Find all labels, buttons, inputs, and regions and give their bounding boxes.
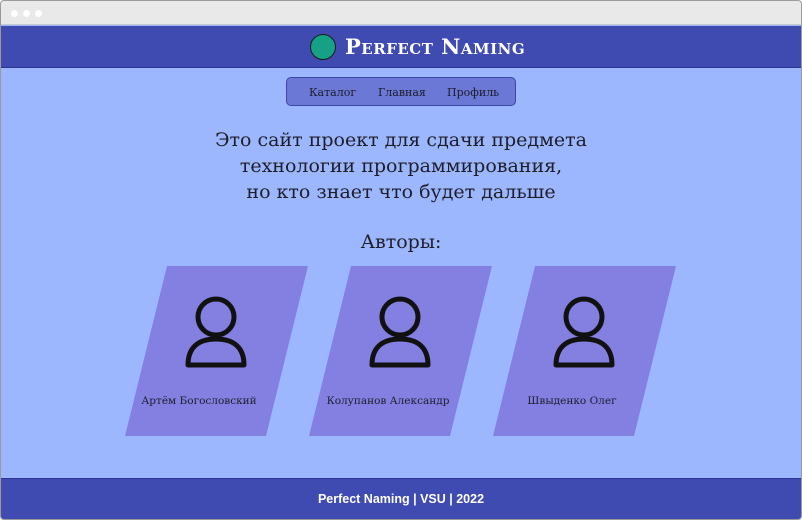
site-header: Perfect Naming [1,26,801,68]
author-name: Артём Богословский [141,395,257,407]
intro-line: но кто знает что будет дальше [246,181,556,203]
nav-link-profile[interactable]: Профиль [447,86,499,99]
browser-window: Perfect Naming Каталог Главная Профиль Э… [0,0,802,520]
intro-line: технологии программирования, [239,155,563,177]
user-icon [185,296,247,368]
window-maximize-dot[interactable] [35,10,42,17]
nav-link-home[interactable]: Главная [378,86,426,99]
window-close-dot[interactable] [11,10,18,17]
window-minimize-dot[interactable] [23,10,30,17]
browser-toolbar [1,1,801,25]
intro-line: Это сайт проект для сдачи предмета [214,129,587,151]
nav-link-catalog[interactable]: Каталог [309,86,356,99]
user-icon [369,296,431,368]
author-name: Колупанов Александр [326,395,450,407]
main-nav: Каталог Главная Профиль [286,77,516,106]
author-name: Швыденко Олег [527,395,617,407]
authors-heading: Авторы: [360,231,442,253]
footer-text: Perfect Naming | VSU | 2022 [317,492,485,506]
user-icon [553,296,615,368]
site-title[interactable]: Perfect Naming [345,34,525,59]
logo-circle-icon[interactable] [310,34,336,60]
site-footer: Perfect Naming | VSU | 2022 [1,478,801,519]
intro-text: Это сайт проект для сдачи предмета техно… [101,127,701,205]
